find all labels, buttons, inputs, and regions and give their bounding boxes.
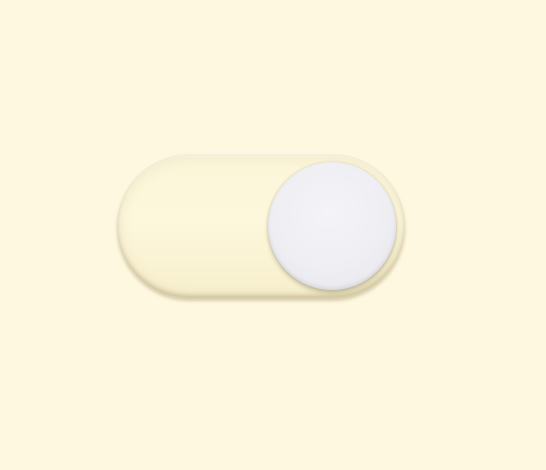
toggle-switch[interactable] <box>117 154 405 298</box>
toggle-knob[interactable] <box>268 162 396 290</box>
